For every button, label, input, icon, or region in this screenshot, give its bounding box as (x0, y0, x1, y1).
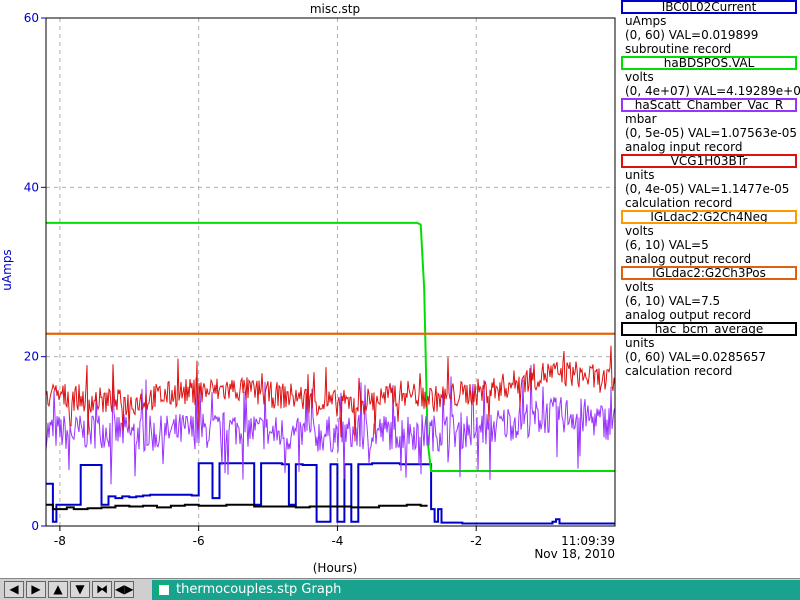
legend-record: analog output record (625, 308, 752, 322)
chart-title: misc.stp (310, 2, 360, 16)
x-tick-label: -8 (54, 534, 66, 548)
legend-unit: units (625, 168, 655, 182)
legend-entry-ibc0l02current[interactable]: IBC0L02Current uAmps (0, 60) VAL=0.019899 s… (621, 0, 800, 56)
legend-unit: mbar (625, 112, 657, 126)
legend-unit: uAmps (625, 14, 667, 28)
x-tick-label: -2 (470, 534, 482, 548)
legend-series-name: IGLdac2:G2Ch3Pos (621, 266, 797, 280)
legend-range-val: (0, 60) VAL=0.0285657 (625, 350, 766, 364)
taskbar-tab-label: thermocouples.stp Graph (176, 582, 342, 597)
legend-entry-hascatt-chamber-vac-r[interactable]: haScatt_Chamber_Vac_R mbar (0, 5e-05) VAL=… (621, 98, 800, 154)
legend-record: analog output record (625, 252, 752, 266)
y-tick-label: 0 (31, 519, 39, 533)
legend-range-val: (0, 4e-05) VAL=1.1477e-05 (625, 182, 790, 196)
collapse-horizontal-icon[interactable]: ⧓ (92, 581, 112, 598)
legend-series-name: haScatt_Chamber_Vac_R (621, 98, 797, 112)
legend-entry-igldac2-g2ch3pos[interactable]: IGLdac2:G2Ch3Pos volts (6, 10) VAL=7.5 anal… (621, 266, 800, 322)
legend-entry-habdspos-val[interactable]: haBDSPOS.VAL volts (0, 4e+07) VAL=4.19289e… (621, 56, 800, 98)
series-layer (45, 221, 616, 525)
legend-range-val: (6, 10) VAL=5 (625, 238, 709, 252)
legend-panel: IBC0L02Current uAmps (0, 60) VAL=0.019899 s… (621, 0, 800, 578)
x-tick-label: -4 (331, 534, 343, 548)
arrow-left-icon[interactable]: ◀ (4, 581, 24, 598)
arrow-right-icon[interactable]: ▶ (26, 581, 46, 598)
legend-series-name: IBC0L02Current (621, 0, 797, 14)
legend-range-val: (0, 60) VAL=0.019899 (625, 28, 759, 42)
arrow-up-icon[interactable]: ▲ (48, 581, 68, 598)
legend-series-name: IGLdac2:G2Ch4Neg (621, 210, 797, 224)
end-time: 11:09:39 (561, 534, 615, 548)
taskbar-tab-thermocouples-graph[interactable]: thermocouples.stp Graph (152, 580, 800, 600)
legend-series-name: hac_bcm_average (621, 322, 797, 336)
legend-unit: volts (625, 70, 654, 84)
taskbar: ◀ ▶ ▲ ▼ ⧓ ◀▶ thermocouples.stp Graph (0, 578, 800, 600)
y-tick-label: 20 (24, 350, 39, 364)
legend-unit: volts (625, 224, 654, 238)
legend-record: analog input record (625, 140, 743, 154)
series-line-ibc0l02current (46, 462, 615, 525)
legend-unit: units (625, 336, 655, 350)
legend-range-val: (0, 5e-05) VAL=1.07563e-05 (625, 126, 798, 140)
legend-unit: volts (625, 280, 654, 294)
y-axis-label: uAmps (0, 249, 14, 290)
x-axis-label: (Hours) (313, 561, 358, 575)
legend-record: subroutine record (625, 42, 732, 56)
legend-entry-vcg1h03btr[interactable]: VCG1H03BTr units (0, 4e-05) VAL=1.1477e-05… (621, 154, 800, 210)
legend-range-val: (0, 4e+07) VAL=4.19289e+06 (625, 84, 800, 98)
strip-chart: -8 -6 -4 -2 0 20 40 60 misc.stp (Hours) uAmps 1… (0, 2, 616, 575)
legend-entry-hac-bcm-average[interactable]: hac_bcm_average units (0, 60) VAL=0.028565… (621, 322, 800, 378)
end-date: Nov 18, 2010 (534, 547, 615, 561)
y-tick-label: 40 (24, 180, 39, 194)
legend-entry-igldac2-g2ch4neg[interactable]: IGLdac2:G2Ch4Neg volts (6, 10) VAL=5 analog… (621, 210, 800, 266)
window-icon (158, 584, 170, 596)
legend-range-val: (6, 10) VAL=7.5 (625, 294, 721, 308)
y-tick-label: 60 (24, 11, 39, 25)
x-tick-label: -6 (193, 534, 205, 548)
arrow-down-icon[interactable]: ▼ (70, 581, 90, 598)
legend-series-name: VCG1H03BTr (621, 154, 797, 168)
ticks: -8 -6 -4 -2 0 20 40 60 (24, 11, 482, 548)
expand-horizontal-icon[interactable]: ◀▶ (114, 581, 134, 598)
legend-record: calculation record (625, 196, 733, 210)
legend-record: calculation record (625, 364, 733, 378)
legend-series-name: haBDSPOS.VAL (621, 56, 797, 70)
